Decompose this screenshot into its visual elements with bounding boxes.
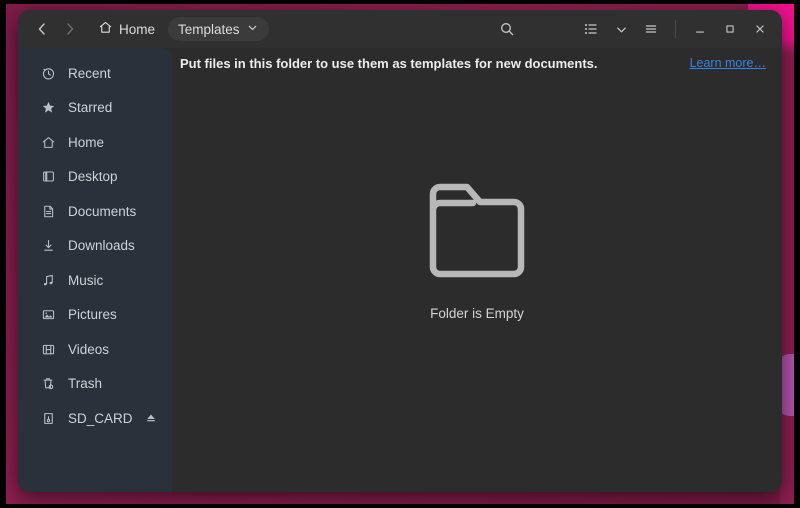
sidebar-item-label: Trash [68,376,156,391]
breadcrumb: Home Templates [90,16,269,42]
image-icon [40,307,56,323]
desktop-icon [40,169,56,185]
sidebar-item-label: Downloads [68,238,156,253]
empty-folder-placeholder: Folder is Empty [172,78,782,492]
breadcrumb-item-templates[interactable]: Templates [168,17,269,41]
empty-folder-label: Folder is Empty [430,306,524,321]
close-button[interactable] [746,15,774,43]
window-body: Recent Starred [18,48,782,492]
video-icon [40,341,56,357]
music-note-icon [40,272,56,288]
templates-info-banner: Put files in this folder to use them as … [172,48,782,78]
folder-outline-icon [423,180,531,284]
sidebar-item-desktop[interactable]: Desktop [24,160,166,195]
files-application-window: Home Templates [18,10,782,492]
home-icon [40,134,56,150]
forward-button[interactable] [56,15,84,43]
sidebar-item-trash[interactable]: Trash [24,367,166,402]
view-options-button[interactable] [607,15,635,43]
clock-icon [40,65,56,81]
download-icon [40,238,56,254]
sidebar-item-label: Music [68,273,156,288]
sidebar-item-recent[interactable]: Recent [24,56,166,91]
search-slot [437,15,577,43]
maximize-button[interactable] [716,15,744,43]
sidebar-item-videos[interactable]: Videos [24,332,166,367]
sidebar-item-label: Starred [68,100,156,115]
sidebar-item-downloads[interactable]: Downloads [24,229,166,264]
sidebar-item-documents[interactable]: Documents [24,194,166,229]
star-icon [40,100,56,116]
sd-card-icon [40,410,56,426]
breadcrumb-label: Templates [178,22,240,37]
breadcrumb-label: Home [119,22,155,37]
header-bar: Home Templates [18,10,782,48]
wallpaper-accent-strip [780,4,794,504]
back-button[interactable] [28,15,56,43]
sidebar: Recent Starred [18,48,172,492]
home-icon [98,20,113,38]
banner-message: Put files in this folder to use them as … [180,56,680,71]
chevron-down-icon [246,21,259,37]
sidebar-item-label: Desktop [68,169,156,184]
breadcrumb-item-home[interactable]: Home [90,16,163,42]
document-icon [40,203,56,219]
header-divider [675,20,676,38]
sidebar-item-label: Home [68,135,156,150]
desktop: Home Templates [0,0,800,508]
trash-icon [40,376,56,392]
minimize-button[interactable] [686,15,714,43]
learn-more-link[interactable]: Learn more… [690,56,766,70]
content-area: Put files in this folder to use them as … [172,48,782,492]
sidebar-item-label: Videos [68,342,156,357]
main-menu-button[interactable] [637,15,665,43]
sidebar-item-label: Pictures [68,307,156,322]
eject-button[interactable] [145,411,157,425]
sidebar-item-label: Recent [68,66,156,81]
sidebar-item-starred[interactable]: Starred [24,91,166,126]
sidebar-item-music[interactable]: Music [24,263,166,298]
header-right-controls [577,15,774,43]
sidebar-item-label: Documents [68,204,156,219]
sidebar-item-home[interactable]: Home [24,125,166,160]
list-view-button[interactable] [577,15,605,43]
search-button[interactable] [493,15,521,43]
sidebar-item-pictures[interactable]: Pictures [24,298,166,333]
sidebar-item-label: SD_CARD [68,411,133,426]
sidebar-item-sd-card[interactable]: SD_CARD [24,401,166,436]
